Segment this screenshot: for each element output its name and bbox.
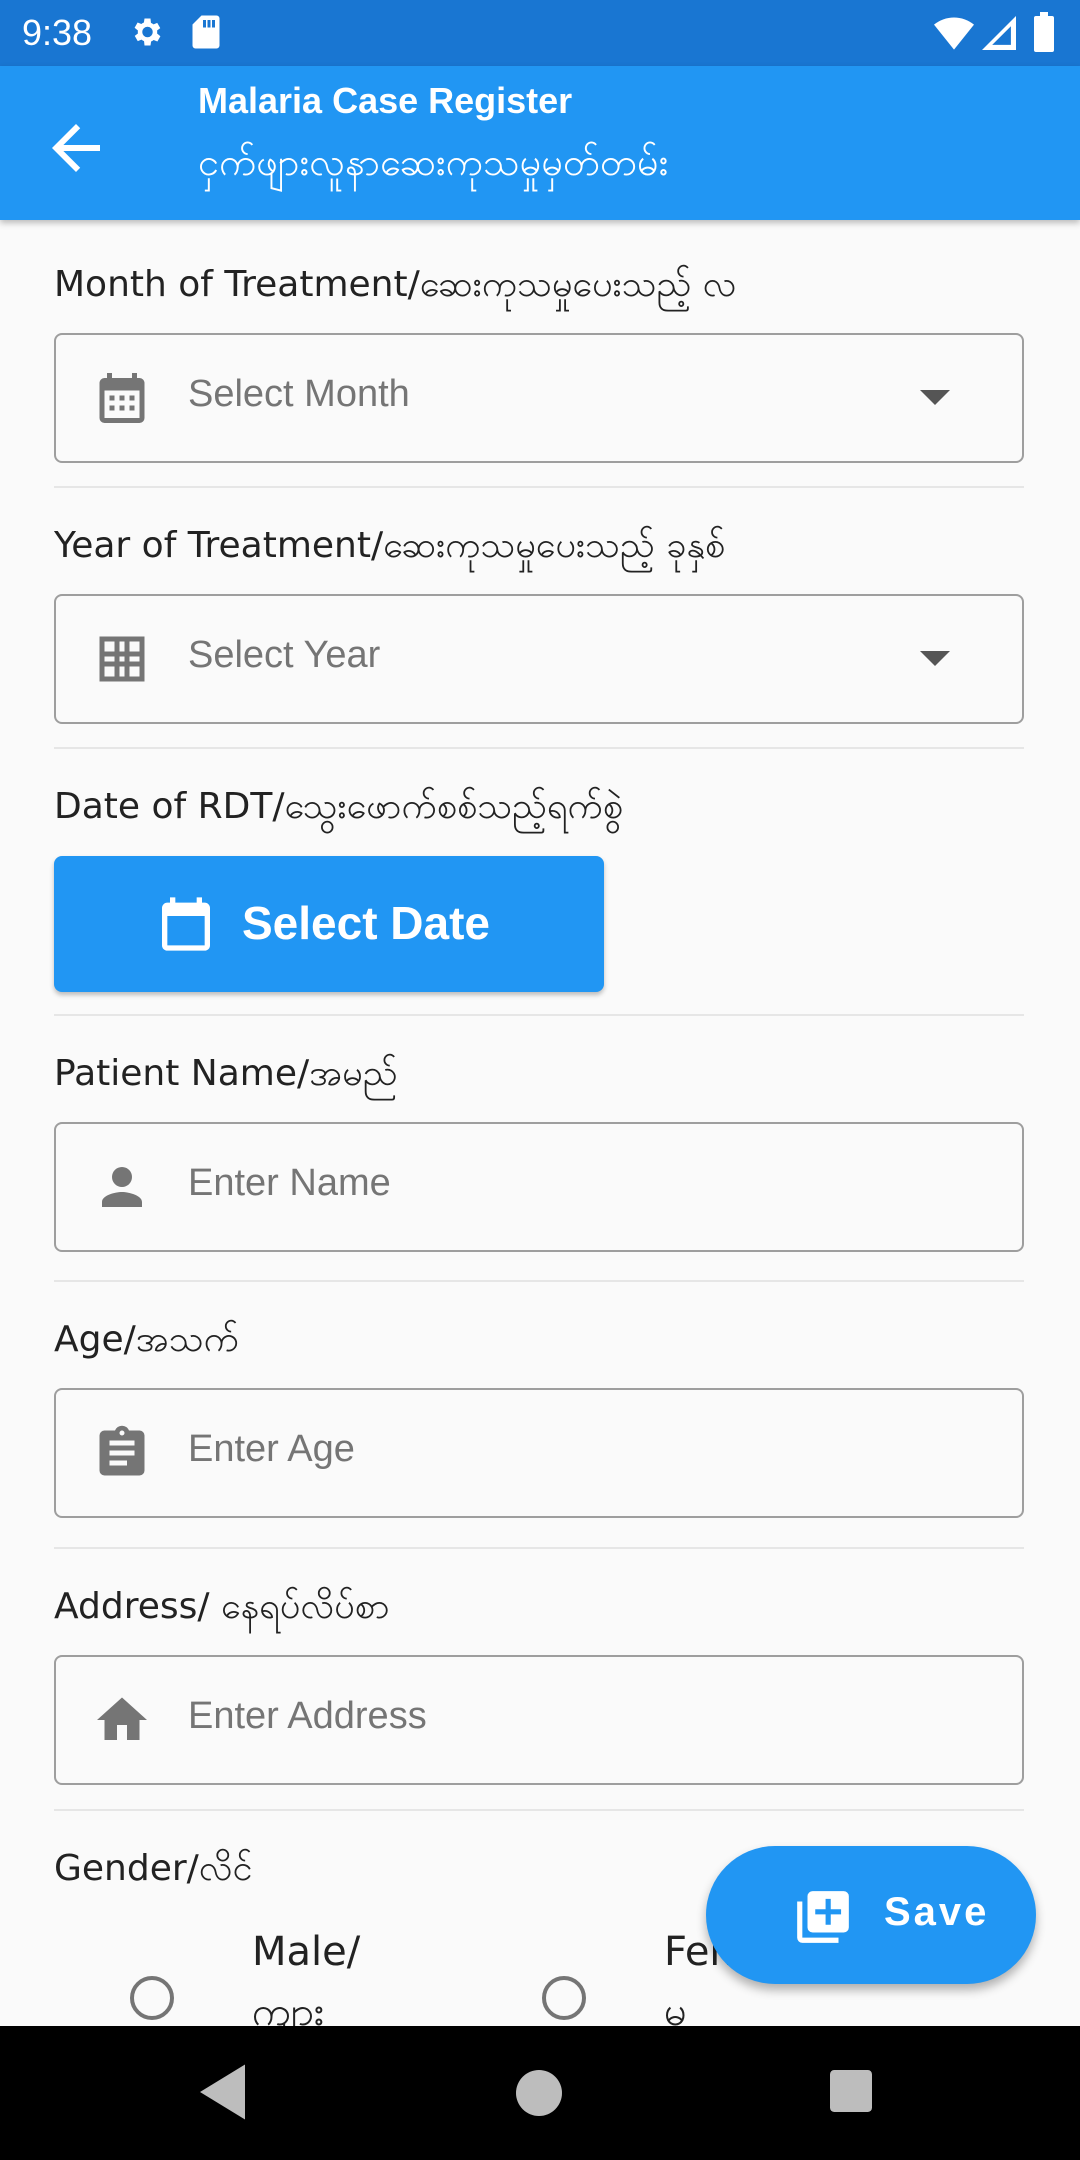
divider [54, 747, 1024, 749]
chevron-down-icon [920, 390, 950, 405]
divider [54, 1280, 1024, 1282]
person-icon [102, 1167, 142, 1207]
divider [54, 1547, 1024, 1549]
name-label: Patient Name/အမည် [54, 1053, 398, 1094]
battery-icon [1034, 12, 1054, 52]
grid-icon [99, 636, 145, 682]
chevron-down-icon [920, 651, 950, 666]
nav-home-icon[interactable] [516, 2070, 562, 2116]
wifi-icon [934, 17, 974, 50]
divider [54, 1014, 1024, 1016]
arrow-back-icon [52, 124, 100, 172]
address-input[interactable]: Enter Address [54, 1655, 1024, 1785]
divider [54, 486, 1024, 488]
address-label: Address/ နေရပ်လိပ်စာ [54, 1586, 390, 1627]
rdt-date-label: Date of RDT/သွေးဖောက်စစ်သည့်ရက်စွဲ [54, 786, 623, 827]
calendar-icon [162, 897, 210, 951]
name-placeholder: Enter Name [188, 1162, 391, 1204]
gender-male-radio[interactable] [130, 1976, 174, 2020]
calendar-month-icon [99, 373, 145, 423]
divider [54, 1809, 1024, 1811]
nav-recents-icon[interactable] [830, 2070, 872, 2112]
age-input[interactable]: Enter Age [54, 1388, 1024, 1518]
sd-card-icon [192, 15, 220, 49]
back-button[interactable] [40, 112, 112, 184]
year-placeholder: Select Year [188, 634, 381, 676]
month-placeholder: Select Month [188, 373, 410, 415]
gender-label: Gender/လိင် [54, 1848, 253, 1889]
settings-icon [134, 18, 161, 46]
signal-icon [982, 16, 1016, 50]
nav-back-icon[interactable] [200, 2064, 250, 2120]
select-date-label: Select Date [242, 897, 491, 949]
save-label: Save [884, 1890, 990, 1934]
page-title: Malaria Case Register [198, 80, 573, 121]
address-placeholder: Enter Address [188, 1695, 427, 1737]
add-library-icon [797, 1891, 849, 1943]
status-time: 9:38 [22, 12, 93, 53]
age-placeholder: Enter Age [188, 1428, 355, 1470]
navigation-bar [0, 2026, 1080, 2160]
select-date-button[interactable]: Select Date [54, 856, 604, 992]
form-container: Month of Treatment/ဆေးကုသမှုပေးသည့် လ Se… [0, 220, 1080, 2026]
month-dropdown[interactable]: Select Month [54, 333, 1024, 463]
gender-female-radio[interactable] [542, 1976, 586, 2020]
save-button[interactable]: Save [706, 1846, 1036, 1984]
app-bar: Malaria Case Register ငှက်ဖျားလူနာဆေးကုသ… [0, 66, 1080, 220]
year-dropdown[interactable]: Select Year [54, 594, 1024, 724]
age-label: Age/အသက် [54, 1319, 239, 1360]
year-label: Year of Treatment/ဆေးကုသမှုပေးသည့် ခုနှစ… [54, 525, 726, 566]
month-label: Month of Treatment/ဆေးကုသမှုပေးသည့် လ [54, 264, 737, 305]
gender-male-label: Male/ ကျား [252, 1929, 361, 2026]
page-subtitle: ငှက်ဖျားလူနာဆေးကုသမှုမှတ်တမ်း [198, 140, 669, 184]
clipboard-icon [99, 1425, 145, 1476]
home-icon [97, 1697, 147, 1740]
name-input[interactable]: Enter Name [54, 1122, 1024, 1252]
status-bar: 9:38 [0, 0, 1080, 66]
